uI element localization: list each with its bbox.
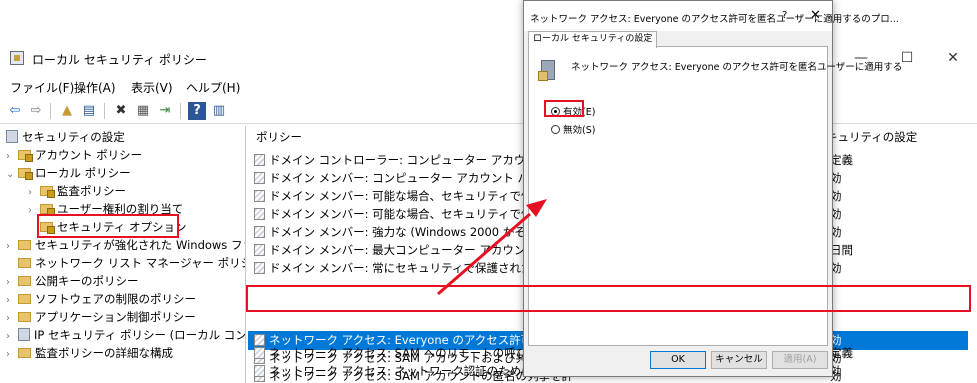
chevron-right-icon[interactable]: › [6, 238, 18, 256]
policy-icon [254, 208, 265, 220]
menu-view[interactable]: 表示(V) [131, 79, 173, 96]
tree-item-software-restriction[interactable]: › ソフトウェアの制限のポリシー [6, 290, 196, 308]
policy-computer-icon [538, 60, 555, 81]
folder-icon [18, 312, 31, 322]
policy-icon [254, 190, 265, 202]
apply-button[interactable]: 適用(A) [772, 351, 828, 369]
folder-icon [18, 276, 31, 286]
folder-icon [18, 168, 33, 180]
policy-properties-dialog: ネットワーク アクセス: Everyone のアクセス許可を匿名ユーザーに適用す… [523, 0, 902, 377]
folder-icon [18, 150, 33, 162]
policy-row[interactable]: ドメイン メンバー: 可能な場合、セキュリティで保護され [254, 205, 567, 224]
policy-icon [254, 226, 265, 238]
dialog-help-button[interactable]: ? [782, 10, 787, 21]
tree-item-app-control[interactable]: › アプリケーション制御ポリシー [6, 308, 196, 326]
policy-icon [254, 262, 265, 274]
policy-row[interactable]: ドメイン メンバー: 強力な (Windows 2000 かそれ以降 [254, 223, 560, 242]
up-folder-icon[interactable]: ▲ [58, 102, 76, 120]
folder-icon [18, 294, 31, 304]
forward-icon[interactable]: ⇨ [27, 102, 45, 120]
radio-disabled[interactable]: 無効(S) [551, 124, 595, 138]
policy-value: 日間 [830, 243, 853, 257]
policy-row[interactable]: ドメイン メンバー: 可能な場合、セキュリティで保護され [254, 187, 567, 206]
tree-item-network-list-manager[interactable]: ネットワーク リスト マネージャー ポリシー [18, 254, 245, 272]
export-list-icon[interactable]: ⇥ [156, 102, 174, 120]
policy-icon [254, 244, 265, 256]
policy-name: ネットワーク アクセス: Everyone のアクセス許可を匿名ユーザーに適用す… [571, 62, 903, 73]
tree-item-audit-policy[interactable]: › 監査ポリシー [28, 182, 126, 200]
dialog-title-bar: ネットワーク アクセス: Everyone のアクセス許可を匿名ユーザーに適用す… [524, 1, 899, 31]
policy-icon [254, 154, 265, 166]
folder-icon [18, 348, 31, 358]
menu-action[interactable]: 操作(A) [74, 79, 116, 96]
help-icon[interactable]: ? [188, 102, 206, 120]
ok-button[interactable]: OK [650, 351, 706, 369]
folder-icon [40, 186, 55, 198]
security-settings-icon [6, 130, 18, 143]
policy-icon [254, 347, 265, 359]
view-icon[interactable]: ▥ [210, 102, 228, 120]
radio-unchecked-icon [551, 125, 560, 134]
folder-icon [18, 258, 31, 268]
delete-icon[interactable]: ✖ [112, 102, 130, 120]
tree-item-local-policies[interactable]: ⌄ ローカル ポリシー [6, 164, 131, 182]
annotation-box-enabled-radio [544, 100, 584, 117]
app-icon [10, 51, 24, 65]
policy-icon [254, 365, 265, 377]
annotation-box-security-options [37, 214, 179, 238]
properties-icon[interactable]: ▦ [134, 102, 152, 120]
dialog-title: ネットワーク アクセス: Everyone のアクセス許可を匿名ユーザーに適用す… [530, 14, 899, 25]
tree-item-ip-security[interactable]: ›IP セキュリティ ポリシー (ローカル コンピュータ [6, 326, 245, 344]
policy-icon [254, 172, 265, 184]
chevron-right-icon[interactable]: › [6, 346, 18, 364]
back-icon[interactable]: ⇦ [6, 102, 24, 120]
annotation-box-selected-row [246, 285, 971, 312]
column-header-setting[interactable]: キュリティの設定 [826, 126, 917, 148]
policy-value: 定義 [830, 153, 853, 167]
dialog-close-button[interactable]: ✕ [810, 8, 821, 23]
menu-file[interactable]: ファイル(F) [10, 79, 74, 96]
chevron-down-icon[interactable]: ⌄ [6, 166, 18, 184]
tree-item-security-settings[interactable]: セキュリティの設定 [6, 128, 125, 146]
show-hide-tree-icon[interactable]: ▤ [80, 102, 98, 120]
folder-icon [40, 204, 55, 216]
tree-item-windows-firewall[interactable]: ›セキュリティが強化された Windows ファイア [6, 236, 245, 256]
menu-help[interactable]: ヘルプ(H) [186, 79, 240, 96]
folder-icon [18, 240, 31, 250]
tree-item-account-policies[interactable]: › アカウント ポリシー [6, 146, 142, 164]
column-header-policy[interactable]: ポリシー [256, 126, 302, 148]
tab-local-security-setting[interactable]: ローカル セキュリティの設定 [528, 31, 658, 48]
window-title: ローカル セキュリティ ポリシー [32, 53, 207, 67]
tree-pane: セキュリティの設定 › アカウント ポリシー ⌄ ローカル ポリシー › 監査ポリシー… [0, 126, 246, 383]
tree-item-public-key[interactable]: › 公開キーのポリシー [6, 272, 139, 290]
cancel-button[interactable]: キャンセル [711, 351, 767, 369]
close-button[interactable]: ✕ [930, 42, 976, 74]
tree-item-advanced-audit[interactable]: › 監査ポリシーの詳細な構成 [6, 344, 173, 362]
shield-icon [18, 328, 30, 341]
